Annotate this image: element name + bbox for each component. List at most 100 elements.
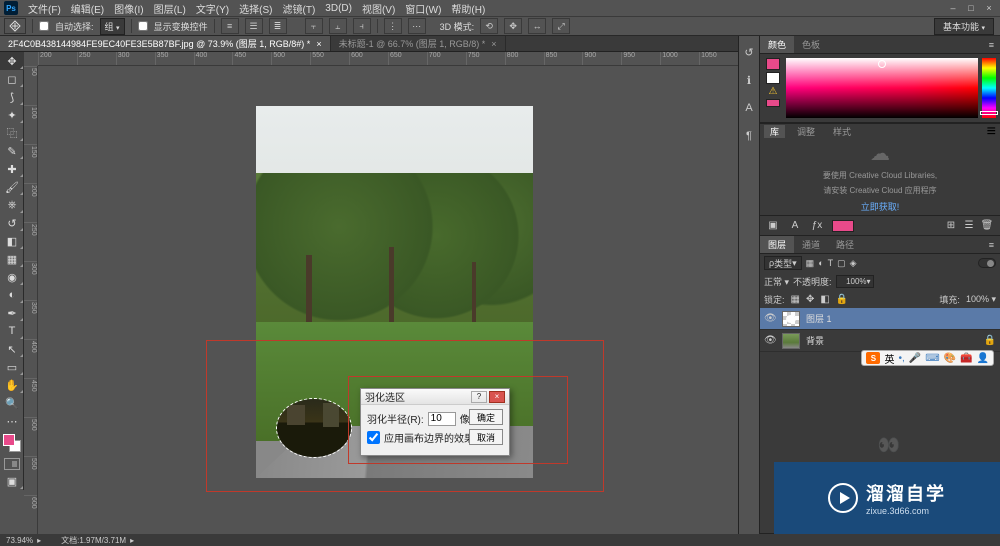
ime-keyboard-icon[interactable]: ⌨ bbox=[925, 353, 939, 364]
panel-menu-icon[interactable]: ≡ bbox=[987, 123, 996, 141]
align-top-icon[interactable]: ≡ bbox=[221, 18, 239, 34]
visibility-toggle[interactable]: 👁 bbox=[764, 313, 776, 324]
list-icon[interactable]: ☰ bbox=[962, 219, 976, 233]
fill-color-chip[interactable] bbox=[832, 220, 854, 232]
dialog-close-button[interactable]: × bbox=[489, 391, 505, 403]
gradient-tool[interactable]: ▦ bbox=[0, 250, 24, 268]
grid-icon[interactable]: ⊞ bbox=[944, 219, 958, 233]
path-select-tool[interactable]: ↖ bbox=[0, 340, 24, 358]
cancel-button[interactable]: 取消 bbox=[469, 429, 503, 445]
move-tool[interactable]: ✥ bbox=[0, 52, 24, 70]
tab-libraries[interactable]: 库 bbox=[764, 125, 785, 138]
menu-window[interactable]: 窗口(W) bbox=[401, 1, 445, 16]
current-tool-indicator[interactable] bbox=[4, 18, 26, 34]
filter-smart-icon[interactable]: ◈ bbox=[850, 258, 857, 269]
menu-edit[interactable]: 编辑(E) bbox=[67, 1, 108, 16]
ime-mic-icon[interactable]: 🎤 bbox=[909, 353, 921, 364]
trash-icon[interactable]: 🗑 bbox=[980, 219, 994, 233]
menu-view[interactable]: 视图(V) bbox=[358, 1, 399, 16]
distribute-icon[interactable]: ⋮ bbox=[384, 18, 402, 34]
history-brush-tool[interactable]: ↺ bbox=[0, 214, 24, 232]
layer-name[interactable]: 背景 bbox=[806, 334, 824, 347]
layer-thumbnail[interactable] bbox=[782, 311, 800, 327]
brush-tool[interactable]: 🖌 bbox=[0, 178, 24, 196]
dodge-tool[interactable]: ◐ bbox=[0, 286, 24, 304]
align-left-icon[interactable]: ⫟ bbox=[305, 18, 323, 34]
menu-image[interactable]: 图像(I) bbox=[110, 1, 147, 16]
ruler-vertical[interactable]: 50100150200250300350400450500550600 bbox=[24, 66, 38, 534]
tab-adjustments[interactable]: 调整 bbox=[791, 125, 821, 138]
adjust-icon[interactable]: A bbox=[788, 219, 802, 233]
hand-tool[interactable]: ✋ bbox=[0, 376, 24, 394]
history-panel-icon[interactable]: ↺ bbox=[741, 44, 757, 60]
gamut-warning-icon[interactable]: ⚠ bbox=[769, 86, 778, 97]
document-tab[interactable]: 未标题-1 @ 66.7% (图层 1, RGB/8) *× bbox=[331, 36, 506, 51]
marquee-tool[interactable]: ◻ bbox=[0, 70, 24, 88]
fill-input[interactable]: 100% ▾ bbox=[966, 294, 996, 305]
lock-artboard-icon[interactable]: ◧ bbox=[820, 294, 829, 305]
healing-tool[interactable]: ✚ bbox=[0, 160, 24, 178]
ime-user-icon[interactable]: 👤 bbox=[977, 353, 989, 364]
ok-button[interactable]: 确定 bbox=[469, 409, 503, 425]
fg-color-chip[interactable] bbox=[766, 58, 780, 70]
lasso-tool[interactable]: ⟆ bbox=[0, 88, 24, 106]
filter-shape-icon[interactable]: ▢ bbox=[837, 258, 846, 269]
lock-pixels-icon[interactable]: ▦ bbox=[791, 294, 800, 305]
bg-color-chip[interactable] bbox=[766, 72, 780, 84]
layer-row[interactable]: 👁 背景 🔒 bbox=[760, 330, 1000, 352]
paragraph-panel-icon[interactable]: ¶ bbox=[741, 128, 757, 144]
dialog-titlebar[interactable]: 羽化选区 ? × bbox=[361, 389, 509, 405]
auto-select-checkbox[interactable] bbox=[39, 21, 49, 31]
crop-tool[interactable]: ⿻ bbox=[0, 124, 24, 142]
ime-skin-icon[interactable]: 🎨 bbox=[944, 353, 956, 364]
dialog-help-button[interactable]: ? bbox=[471, 391, 487, 403]
3d-slide-icon[interactable]: ↔ bbox=[528, 18, 546, 34]
menu-help[interactable]: 帮助(H) bbox=[447, 1, 489, 16]
close-tab-icon[interactable]: × bbox=[491, 39, 496, 49]
menu-filter[interactable]: 滤镜(T) bbox=[279, 1, 320, 16]
visibility-toggle[interactable]: 👁 bbox=[764, 335, 776, 346]
ruler-horizontal[interactable]: 2002503003504004505005506006507007508008… bbox=[38, 52, 738, 66]
minimize-button[interactable]: – bbox=[946, 2, 960, 14]
filter-toggle[interactable] bbox=[978, 258, 996, 268]
auto-select-target[interactable]: 组 ▾ bbox=[100, 18, 125, 35]
menu-3d[interactable]: 3D(D) bbox=[321, 3, 356, 14]
type-tool[interactable]: T bbox=[0, 322, 24, 340]
3d-pan-icon[interactable]: ✥ bbox=[504, 18, 522, 34]
tab-paths[interactable]: 路径 bbox=[828, 236, 862, 253]
tab-layers[interactable]: 图层 bbox=[760, 236, 794, 253]
ime-lang[interactable]: 英 bbox=[884, 351, 894, 366]
eraser-tool[interactable]: ◧ bbox=[0, 232, 24, 250]
menu-layer[interactable]: 图层(L) bbox=[150, 1, 190, 16]
feather-radius-input[interactable] bbox=[428, 412, 456, 426]
blur-tool[interactable]: ◉ bbox=[0, 268, 24, 286]
canvas-effect-checkbox[interactable] bbox=[367, 431, 380, 444]
close-button[interactable]: × bbox=[982, 2, 996, 14]
align-bottom-icon[interactable]: ≣ bbox=[269, 18, 287, 34]
panel-menu-icon[interactable]: ≡ bbox=[983, 36, 1000, 53]
info-panel-icon[interactable]: ℹ bbox=[741, 72, 757, 88]
quick-mask-toggle[interactable] bbox=[4, 458, 20, 470]
document-tab[interactable]: 2F4C0B438144984FE9EC40FE3E5B87BF.jpg @ 7… bbox=[0, 36, 331, 51]
workspace-switcher[interactable]: 基本功能 ▾ bbox=[934, 18, 994, 35]
fg-color[interactable] bbox=[3, 434, 15, 446]
color-spectrum[interactable] bbox=[786, 58, 978, 118]
align-hcenter-icon[interactable]: ⫠ bbox=[329, 18, 347, 34]
show-transform-checkbox[interactable] bbox=[138, 21, 148, 31]
layer-row[interactable]: 👁 图层 1 bbox=[760, 308, 1000, 330]
panel-menu-icon[interactable]: ≡ bbox=[983, 236, 1000, 253]
character-panel-icon[interactable]: A bbox=[741, 100, 757, 116]
ime-punct-icon[interactable]: •, bbox=[898, 353, 904, 364]
ime-toolbar[interactable]: S 英 •, 🎤 ⌨ 🎨 🧰 👤 bbox=[861, 350, 994, 366]
layer-filter-kind[interactable]: ρ 类型 ▾ bbox=[764, 256, 802, 270]
shape-tool[interactable]: ▭ bbox=[0, 358, 24, 376]
ime-toolbox-icon[interactable]: 🧰 bbox=[960, 353, 972, 364]
menu-select[interactable]: 选择(S) bbox=[235, 1, 276, 16]
screen-mode[interactable]: ▣ bbox=[0, 472, 24, 490]
3d-scale-icon[interactable]: ⤢ bbox=[552, 18, 570, 34]
color-picker-ring[interactable] bbox=[878, 60, 886, 68]
mask-icon[interactable]: ▣ bbox=[766, 219, 780, 233]
menu-type[interactable]: 文字(Y) bbox=[192, 1, 233, 16]
close-tab-icon[interactable]: × bbox=[316, 39, 321, 49]
tab-channels[interactable]: 通道 bbox=[794, 236, 828, 253]
